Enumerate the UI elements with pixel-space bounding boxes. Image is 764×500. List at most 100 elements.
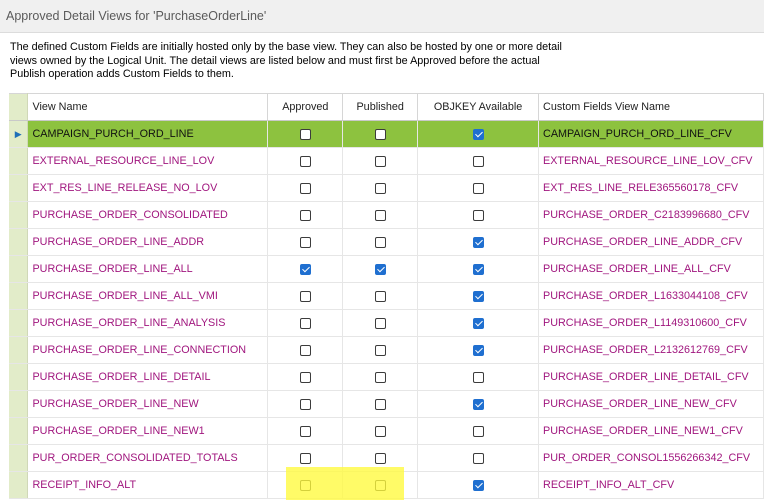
view-name-cell[interactable]: PURCHASE_ORDER_LINE_ALL <box>27 255 269 283</box>
view-name-cell[interactable]: PURCHASE_ORDER_CONSOLIDATED <box>27 201 269 229</box>
published-checkbox[interactable] <box>374 128 386 140</box>
row-indicator[interactable] <box>9 147 29 175</box>
published-checkbox[interactable] <box>374 398 386 410</box>
approved-checkbox[interactable] <box>299 479 311 491</box>
row-indicator[interactable] <box>9 471 29 499</box>
row-indicator-header <box>9 93 29 121</box>
table-row[interactable]: PURCHASE_ORDER_LINE_ALL_VMI PURCHASE_ORDE… <box>9 282 764 310</box>
column-header-published[interactable]: Published <box>342 93 419 121</box>
approved-checkbox[interactable] <box>299 128 311 140</box>
published-checkbox[interactable] <box>374 425 386 437</box>
table-row[interactable]: RECEIPT_INFO_ALT RECEIPT_INFO_ALT_CFV <box>9 471 764 499</box>
approved-checkbox[interactable] <box>299 425 311 437</box>
table-row[interactable]: PURCHASE_ORDER_LINE_ALL PURCHASE_ORDER_LI… <box>9 255 764 283</box>
approved-checkbox[interactable] <box>299 182 311 194</box>
table-row[interactable]: PUR_ORDER_CONSOLIDATED_TOTALS PUR_ORDER_C… <box>9 444 764 472</box>
view-name-cell[interactable]: PURCHASE_ORDER_LINE_NEW <box>27 390 269 418</box>
approved-checkbox[interactable] <box>299 398 311 410</box>
custom-fields-view-name-cell[interactable]: PURCHASE_ORDER_L1633044108_CFV <box>538 282 764 310</box>
published-checkbox[interactable] <box>374 344 386 356</box>
table-row[interactable]: PURCHASE_ORDER_CONSOLIDATED PURCHASE_ORDE… <box>9 201 764 229</box>
approved-checkbox[interactable] <box>299 344 311 356</box>
custom-fields-view-name-cell[interactable]: PURCHASE_ORDER_LINE_ALL_CFV <box>538 255 764 283</box>
published-cell <box>342 255 419 283</box>
view-name-cell[interactable]: PURCHASE_ORDER_LINE_CONNECTION <box>27 336 269 364</box>
view-name-cell[interactable]: PURCHASE_ORDER_LINE_NEW1 <box>27 417 269 445</box>
row-indicator[interactable] <box>9 444 29 472</box>
column-header-objkey-available[interactable]: OBJKEY Available <box>417 93 540 121</box>
table-row[interactable]: PURCHASE_ORDER_LINE_ADDR PURCHASE_ORDER_L… <box>9 228 764 256</box>
row-indicator[interactable] <box>9 174 29 202</box>
published-checkbox[interactable] <box>374 155 386 167</box>
row-indicator[interactable] <box>9 201 29 229</box>
published-checkbox[interactable] <box>374 209 386 221</box>
objkey-cell <box>417 255 540 283</box>
view-name-cell[interactable]: RECEIPT_INFO_ALT <box>27 471 269 499</box>
custom-fields-view-name-cell[interactable]: PURCHASE_ORDER_L2132612769_CFV <box>538 336 764 364</box>
view-name-cell[interactable]: PURCHASE_ORDER_LINE_ANALYSIS <box>27 309 269 337</box>
custom-fields-view-name-cell[interactable]: PURCHASE_ORDER_LINE_DETAIL_CFV <box>538 363 764 391</box>
published-checkbox[interactable] <box>374 263 386 275</box>
table-row[interactable]: EXTERNAL_RESOURCE_LINE_LOV EXTERNAL_RESOU… <box>9 147 764 175</box>
published-cell <box>342 444 419 472</box>
row-indicator[interactable] <box>9 255 29 283</box>
custom-fields-view-name-cell[interactable]: PURCHASE_ORDER_C2183996680_CFV <box>538 201 764 229</box>
custom-fields-view-name-cell[interactable]: PURCHASE_ORDER_L1149310600_CFV <box>538 309 764 337</box>
approved-cell <box>267 336 344 364</box>
approved-checkbox[interactable] <box>299 452 311 464</box>
view-name-cell[interactable]: EXTERNAL_RESOURCE_LINE_LOV <box>27 147 269 175</box>
approved-checkbox[interactable] <box>299 236 311 248</box>
published-checkbox[interactable] <box>374 317 386 329</box>
row-indicator[interactable] <box>9 282 29 310</box>
table-row[interactable]: PURCHASE_ORDER_LINE_CONNECTION PURCHASE_O… <box>9 336 764 364</box>
table-row[interactable]: PURCHASE_ORDER_LINE_NEW PURCHASE_ORDER_LI… <box>9 390 764 418</box>
table-row[interactable]: EXT_RES_LINE_RELEASE_NO_LOV EXT_RES_LINE_… <box>9 174 764 202</box>
grid-header-row: View Name Approved Published OBJKEY Avai… <box>9 93 764 121</box>
column-header-view-name[interactable]: View Name <box>27 93 269 121</box>
custom-fields-view-name-cell[interactable]: EXTERNAL_RESOURCE_LINE_LOV_CFV <box>538 147 764 175</box>
table-row[interactable]: PURCHASE_ORDER_LINE_DETAIL PURCHASE_ORDER… <box>9 363 764 391</box>
approved-checkbox[interactable] <box>299 371 311 383</box>
approved-checkbox[interactable] <box>299 290 311 302</box>
row-indicator[interactable] <box>9 390 29 418</box>
approved-cell <box>267 282 344 310</box>
table-row[interactable]: PURCHASE_ORDER_LINE_NEW1 PURCHASE_ORDER_L… <box>9 417 764 445</box>
column-header-approved[interactable]: Approved <box>267 93 344 121</box>
published-checkbox[interactable] <box>374 236 386 248</box>
objkey-available-checkbox <box>472 263 484 275</box>
view-name-cell[interactable]: PURCHASE_ORDER_LINE_ADDR <box>27 228 269 256</box>
custom-fields-view-name-cell[interactable]: PUR_ORDER_CONSOL1556266342_CFV <box>538 444 764 472</box>
objkey-cell <box>417 390 540 418</box>
row-indicator[interactable] <box>9 336 29 364</box>
approved-checkbox[interactable] <box>299 209 311 221</box>
approved-checkbox[interactable] <box>299 263 311 275</box>
view-name-cell[interactable]: EXT_RES_LINE_RELEASE_NO_LOV <box>27 174 269 202</box>
approved-checkbox[interactable] <box>299 317 311 329</box>
published-checkbox[interactable] <box>374 479 386 491</box>
custom-fields-view-name-cell[interactable]: PURCHASE_ORDER_LINE_NEW1_CFV <box>538 417 764 445</box>
view-name-cell[interactable]: PURCHASE_ORDER_LINE_ALL_VMI <box>27 282 269 310</box>
published-checkbox[interactable] <box>374 371 386 383</box>
custom-fields-view-name-cell[interactable]: PURCHASE_ORDER_LINE_ADDR_CFV <box>538 228 764 256</box>
custom-fields-view-name-cell[interactable]: RECEIPT_INFO_ALT_CFV <box>538 471 764 499</box>
row-indicator[interactable] <box>9 363 29 391</box>
published-checkbox[interactable] <box>374 290 386 302</box>
row-indicator[interactable] <box>9 228 29 256</box>
current-row-marker-icon[interactable]: ▶ <box>9 120 29 148</box>
custom-fields-view-name-cell[interactable]: CAMPAIGN_PURCH_ORD_LINE_CFV <box>538 120 764 148</box>
objkey-available-checkbox <box>472 155 484 167</box>
published-checkbox[interactable] <box>374 182 386 194</box>
view-name-cell[interactable]: CAMPAIGN_PURCH_ORD_LINE <box>27 120 269 148</box>
row-indicator[interactable] <box>9 417 29 445</box>
published-checkbox[interactable] <box>374 452 386 464</box>
approved-checkbox[interactable] <box>299 155 311 167</box>
approved-cell <box>267 363 344 391</box>
view-name-cell[interactable]: PURCHASE_ORDER_LINE_DETAIL <box>27 363 269 391</box>
custom-fields-view-name-cell[interactable]: EXT_RES_LINE_RELE365560178_CFV <box>538 174 764 202</box>
view-name-cell[interactable]: PUR_ORDER_CONSOLIDATED_TOTALS <box>27 444 269 472</box>
table-row[interactable]: PURCHASE_ORDER_LINE_ANALYSIS PURCHASE_ORD… <box>9 309 764 337</box>
row-indicator[interactable] <box>9 309 29 337</box>
column-header-custom-fields-view-name[interactable]: Custom Fields View Name <box>538 93 764 121</box>
table-row[interactable]: ▶ CAMPAIGN_PURCH_ORD_LINE CAMPAIGN_PURCH_O… <box>9 120 764 148</box>
custom-fields-view-name-cell[interactable]: PURCHASE_ORDER_LINE_NEW_CFV <box>538 390 764 418</box>
